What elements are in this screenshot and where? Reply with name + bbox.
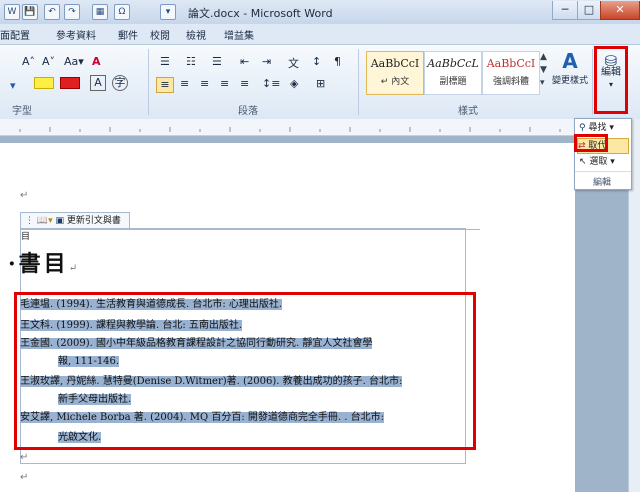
change-styles-label: 變更樣式	[552, 76, 589, 86]
heading-text: 書目	[18, 251, 69, 277]
horizontal-ruler	[0, 119, 640, 136]
paragraph-mark: ↵	[68, 263, 81, 274]
paragraph-group-label: 段落	[238, 106, 258, 117]
redo-icon[interactable]: ↷	[64, 4, 80, 20]
enclose-character-icon[interactable]: 字	[112, 75, 128, 91]
distributed-icon[interactable]: ≡	[240, 77, 249, 90]
highlight-box-edit	[594, 46, 628, 114]
increase-indent-icon[interactable]: ⇥	[262, 55, 271, 68]
select-menu-item[interactable]: ↖ 選取 ▾	[579, 155, 615, 169]
sort-icon[interactable]: ↕	[312, 55, 321, 68]
shading-icon[interactable]: ◈	[290, 77, 298, 90]
character-border-icon[interactable]: A	[90, 75, 106, 91]
tab-view[interactable]: 檢視	[186, 27, 206, 42]
style-name: ↵ 內文	[380, 77, 410, 87]
highlight-box-replace	[574, 134, 608, 152]
decrease-indent-icon[interactable]: ⇤	[240, 55, 249, 68]
style-normal[interactable]: AaBbCcI ↵ 內文	[366, 51, 424, 95]
undo-icon[interactable]: ↶	[44, 4, 60, 20]
window-title: 論文.docx - Microsoft Word	[188, 7, 333, 20]
style-sample: AaBbCcI	[370, 57, 420, 70]
ribbon-tabs: 面配置 參考資料 郵件 校閱 檢視 增益集	[0, 24, 640, 44]
select-icon: ↖	[579, 157, 587, 167]
tab-add-ins[interactable]: 增益集	[224, 27, 254, 42]
chinese-layout-icon[interactable]: 文	[288, 55, 299, 71]
customize-toolbar-icon[interactable]: ▾	[160, 4, 176, 20]
change-case-button[interactable]: Aa▾	[64, 55, 84, 68]
change-styles-icon: A	[562, 49, 578, 73]
paragraph-mark: ↵	[20, 472, 29, 483]
save-icon[interactable]: 💾	[22, 4, 38, 20]
update-icon: ▣	[55, 216, 64, 226]
font-group-label: 字型	[12, 106, 32, 117]
bibliography-menu-icon[interactable]: 📖▾	[37, 216, 53, 226]
maximize-button[interactable]: □	[577, 1, 601, 20]
center-icon[interactable]: ≡	[180, 77, 189, 90]
edit-dropdown-group-label: 編輯	[593, 178, 612, 188]
highlight-icon[interactable]	[34, 77, 54, 89]
styles-scroll-icon[interactable]: ▲ ▼ ▾	[540, 51, 547, 90]
text-effects-icon[interactable]: ▾	[10, 79, 16, 92]
find-icon: ⚲	[579, 123, 586, 133]
shrink-font-button[interactable]: A˅	[42, 55, 55, 68]
style-name: 強調斜體	[492, 77, 529, 87]
dropdown-divider	[575, 171, 631, 172]
group-separator	[358, 49, 359, 115]
style-emphasis[interactable]: AaBbCcI 強調斜體	[482, 51, 540, 95]
edit-dropdown: ⚲ 尋找 ▾ ⇄ 取代 ↖ 選取 ▾ 編輯	[574, 118, 632, 190]
font-color-icon[interactable]	[60, 77, 80, 89]
minimize-button[interactable]: ─	[552, 1, 578, 20]
styles-group-label: 樣式	[458, 106, 478, 117]
show-marks-icon[interactable]: ¶	[334, 55, 341, 68]
borders-icon[interactable]: ⊞	[316, 77, 325, 90]
align-left-icon[interactable]: ≡	[156, 77, 174, 93]
highlight-box-references	[14, 292, 476, 450]
tab-mailings[interactable]: 郵件	[118, 27, 138, 42]
drag-handle-icon[interactable]: ⋮	[25, 216, 34, 226]
style-sample: AaBbCcL	[427, 57, 479, 70]
select-label: 選取 ▾	[589, 157, 615, 167]
style-subtitle[interactable]: AaBbCcL 副標題	[424, 51, 482, 95]
change-styles-button[interactable]: A 變更樣式	[552, 49, 588, 86]
numbering-icon[interactable]: ☷	[186, 55, 196, 68]
tab-page-layout[interactable]: 面配置	[0, 27, 30, 42]
grow-font-button[interactable]: A˄	[22, 55, 35, 68]
style-name: 副標題	[439, 77, 467, 87]
multilevel-list-icon[interactable]: ☰	[212, 55, 222, 68]
close-button[interactable]: ✕	[600, 1, 640, 20]
paragraph-mark: ↵	[20, 190, 29, 201]
group-separator	[592, 49, 593, 115]
bullets-icon[interactable]: ☰	[160, 55, 170, 68]
word-app-icon[interactable]: W	[4, 4, 20, 20]
table-icon[interactable]: ▦	[92, 4, 108, 20]
control-top-line	[128, 229, 480, 230]
justify-icon[interactable]: ≡	[220, 77, 229, 90]
bibliography-heading: ·書目↵	[8, 251, 81, 277]
find-label: 尋找 ▾	[588, 123, 614, 133]
style-sample: AaBbCcI	[486, 57, 536, 70]
title-bar: W 💾 ↶ ↷ ▦ Ω ▾ 論文.docx - Microsoft Word ─…	[0, 0, 640, 25]
symbol-icon[interactable]: Ω	[114, 4, 130, 20]
tab-references[interactable]: 參考資料	[56, 27, 96, 42]
align-right-icon[interactable]: ≡	[200, 77, 209, 90]
paragraph-mark: ↵	[20, 452, 29, 463]
tab-review[interactable]: 校閱	[150, 27, 170, 42]
line-spacing-icon[interactable]: ↕≡	[262, 77, 280, 90]
group-separator	[148, 49, 149, 115]
clear-format-button[interactable]: A	[92, 55, 101, 68]
find-menu-item[interactable]: ⚲ 尋找 ▾	[579, 121, 614, 135]
ribbon: A˄ A˅ Aa▾ A ▾ A 字 字型 ☰ ☷ ☰ ⇤ ⇥ 文 ↕ ¶ ≡ ≡…	[0, 44, 640, 120]
